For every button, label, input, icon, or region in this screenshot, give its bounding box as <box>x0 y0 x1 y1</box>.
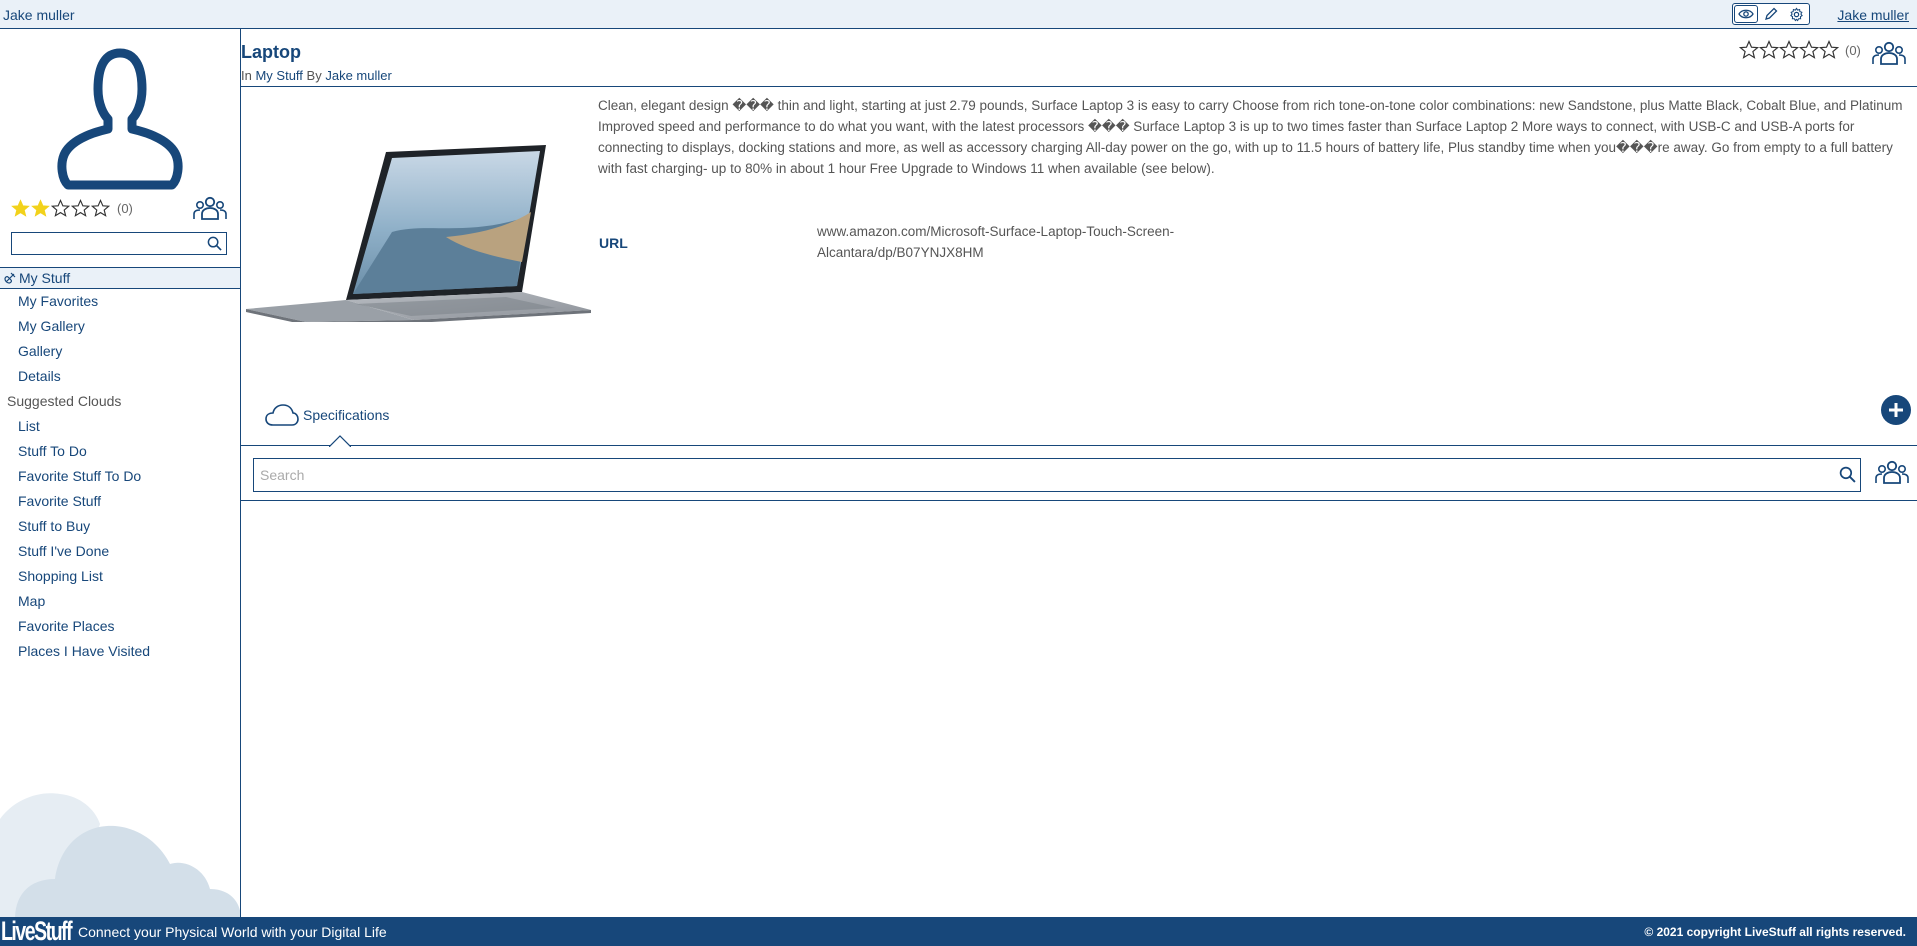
item-detail-panel: Clean, elegant design ��� thin and light… <box>241 86 1917 447</box>
url-label: URL <box>599 235 628 251</box>
user-avatar-icon <box>57 48 183 190</box>
eye-icon <box>1737 9 1754 19</box>
sidebar-item-stuff-to-buy[interactable]: Stuff to Buy <box>0 514 240 539</box>
sidebar-item-favorite-places[interactable]: Favorite Places <box>0 614 240 639</box>
view-button[interactable] <box>1733 5 1758 23</box>
sidebar-item-stuff-ive-done[interactable]: Stuff I've Done <box>0 539 240 564</box>
sidebar-item-my-gallery[interactable]: My Gallery <box>0 314 240 339</box>
star-empty-icon[interactable] <box>1739 40 1759 60</box>
breadcrumb-by: By <box>306 68 322 83</box>
cloud-icon <box>265 404 299 426</box>
suggested-clouds-heading: Suggested Clouds <box>7 393 122 409</box>
star-empty-icon[interactable] <box>91 199 110 218</box>
star-empty-icon[interactable] <box>1759 40 1779 60</box>
my-stuff-label: My Stuff <box>19 270 71 286</box>
my-stuff-icon <box>4 272 16 284</box>
sidebar-item-list[interactable]: List <box>0 414 240 439</box>
sidebar-nav: My Favorites My Gallery Gallery Details … <box>0 289 240 664</box>
top-user-name: Jake muller <box>3 7 75 23</box>
breadcrumb-location-link[interactable]: My Stuff <box>255 68 302 83</box>
sidebar-search <box>11 232 227 255</box>
group-users-icon[interactable] <box>1872 40 1906 66</box>
top-bar: Jake muller Jake muller <box>0 0 1917 29</box>
user-profile-link[interactable]: Jake muller <box>1837 7 1909 23</box>
footer: LiveStuff Connect your Physical World wi… <box>0 917 1917 946</box>
footer-copyright: © 2021 copyright LiveStuff all rights re… <box>1644 925 1906 939</box>
my-stuff-nav[interactable]: My Stuff <box>0 267 240 289</box>
view-mode-toolbar <box>1732 3 1810 25</box>
tab-specifications[interactable]: Specifications <box>265 403 389 427</box>
sidebar-item-shopping-list[interactable]: Shopping List <box>0 564 240 589</box>
sidebar-item-places-visited[interactable]: Places I Have Visited <box>0 639 240 664</box>
star-filled-icon[interactable] <box>31 199 50 218</box>
footer-tagline: Connect your Physical World with your Di… <box>78 924 387 940</box>
sidebar-item-map[interactable]: Map <box>0 589 240 614</box>
pencil-icon <box>1765 7 1778 20</box>
livestuff-logo[interactable]: LiveStuff <box>1 918 73 945</box>
star-filled-icon[interactable] <box>11 199 30 218</box>
sidebar: (0) My Stuff My Favorites My Gallery Gal… <box>0 29 241 917</box>
star-empty-icon[interactable] <box>1819 40 1839 60</box>
item-description: Clean, elegant design ��� thin and light… <box>598 98 1903 176</box>
rating-count: (0) <box>117 201 133 216</box>
group-users-icon[interactable] <box>193 195 227 221</box>
cloud-decoration <box>0 793 240 917</box>
url-value[interactable]: www.amazon.com/Microsoft-Surface-Laptop-… <box>817 221 1217 263</box>
sidebar-item-my-favorites[interactable]: My Favorites <box>0 289 240 314</box>
results-divider <box>241 500 1917 501</box>
main-search-input[interactable] <box>258 459 1822 491</box>
page-title: Laptop <box>241 42 301 62</box>
main-search <box>253 458 1861 492</box>
sidebar-item-favorite-stuff-to-do[interactable]: Favorite Stuff To Do <box>0 464 240 489</box>
star-empty-icon[interactable] <box>71 199 90 218</box>
tab-label: Specifications <box>303 407 390 423</box>
item-rating[interactable]: (0) <box>1739 40 1861 60</box>
breadcrumb-author-link[interactable]: Jake muller <box>325 68 391 83</box>
star-empty-icon[interactable] <box>51 199 70 218</box>
breadcrumb-in: In <box>241 68 252 83</box>
search-icon[interactable] <box>1839 466 1856 483</box>
laptop-image <box>246 145 591 322</box>
sidebar-rating[interactable]: (0) <box>11 199 133 218</box>
star-empty-icon[interactable] <box>1799 40 1819 60</box>
edit-button[interactable] <box>1759 5 1783 23</box>
star-empty-icon[interactable] <box>1779 40 1799 60</box>
add-cloud-button[interactable] <box>1880 394 1912 426</box>
group-users-icon[interactable] <box>1875 459 1909 485</box>
sidebar-item-stuff-to-do[interactable]: Stuff To Do <box>0 439 240 464</box>
search-icon[interactable] <box>207 236 222 251</box>
breadcrumb: In My Stuff By Jake muller <box>241 68 392 83</box>
sidebar-item-gallery[interactable]: Gallery <box>0 339 240 364</box>
sidebar-item-details[interactable]: Details <box>0 364 240 389</box>
item-rating-count: (0) <box>1845 42 1861 58</box>
sidebar-item-favorite-stuff[interactable]: Favorite Stuff <box>0 489 240 514</box>
settings-button[interactable] <box>1784 5 1808 23</box>
tab-active-indicator <box>329 435 351 447</box>
sidebar-search-input[interactable] <box>15 233 199 254</box>
gear-icon <box>1789 6 1803 21</box>
